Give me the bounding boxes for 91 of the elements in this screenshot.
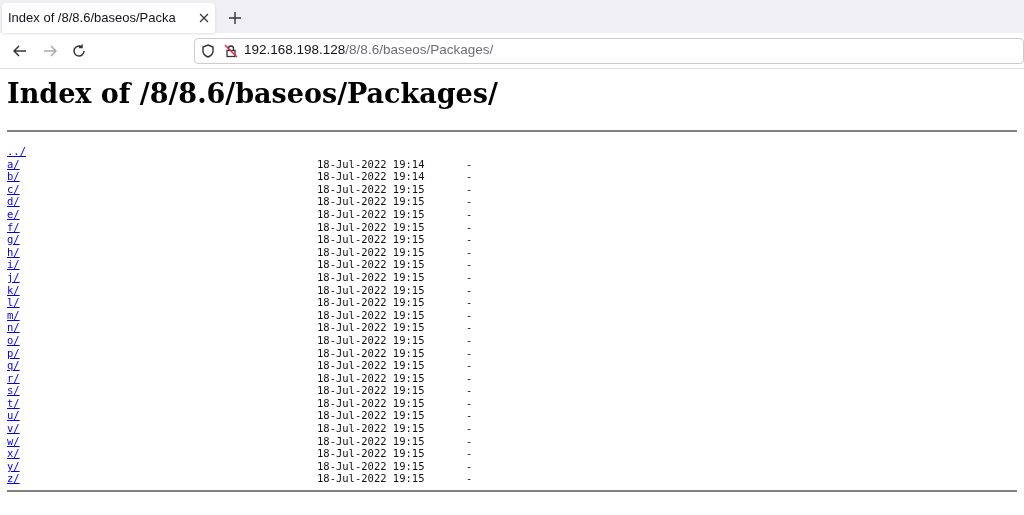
modified-date: 18-Jul-2022 19:15: [317, 308, 425, 321]
file-size: -: [466, 270, 473, 284]
directory-link[interactable]: t/: [7, 396, 20, 409]
file-size: -: [466, 233, 473, 246]
directory-link[interactable]: w/: [7, 434, 20, 447]
file-size: -: [466, 296, 473, 309]
file-size: -: [466, 308, 473, 322]
directory-link[interactable]: k/: [7, 283, 20, 296]
directory-link[interactable]: m/: [7, 308, 20, 321]
url-path: /8/8.6/baseos/Packages/: [345, 42, 494, 58]
directory-link[interactable]: g/: [7, 233, 20, 246]
file-size: -: [466, 220, 473, 234]
file-size: -: [466, 434, 473, 448]
file-size: -: [466, 472, 473, 486]
modified-date: 18-Jul-2022 19:15: [317, 195, 425, 208]
directory-link[interactable]: r/: [7, 371, 20, 384]
modified-date: 18-Jul-2022 19:15: [317, 346, 425, 359]
directory-link[interactable]: j/: [7, 270, 20, 283]
modified-date: 18-Jul-2022 19:15: [317, 422, 425, 435]
file-size: -: [466, 195, 473, 208]
tab-title: Index of /8/8.6/baseos/Packa: [8, 9, 177, 28]
browser-tab[interactable]: Index of /8/8.6/baseos/Packa: [2, 3, 215, 33]
file-size: -: [466, 396, 473, 410]
directory-link[interactable]: i/: [7, 258, 20, 271]
directory-link[interactable]: c/: [7, 182, 20, 195]
modified-date: 18-Jul-2022 19:15: [317, 270, 425, 283]
directory-link[interactable]: b/: [7, 170, 20, 183]
directory-link[interactable]: h/: [7, 245, 20, 258]
directory-link[interactable]: u/: [7, 409, 20, 422]
modified-date: 18-Jul-2022 19:15: [317, 233, 425, 246]
modified-date: 18-Jul-2022 19:15: [317, 296, 425, 309]
modified-date: 18-Jul-2022 19:15: [317, 434, 425, 447]
modified-date: 18-Jul-2022 19:15: [317, 396, 425, 409]
directory-link[interactable]: p/: [7, 346, 20, 359]
directory-link[interactable]: e/: [7, 207, 20, 220]
file-size: -: [466, 182, 473, 196]
modified-date: 18-Jul-2022 19:15: [317, 384, 425, 397]
modified-date: 18-Jul-2022 19:14: [317, 157, 425, 170]
modified-date: 18-Jul-2022 19:15: [317, 245, 425, 258]
directory-link[interactable]: ../: [7, 145, 26, 157]
file-size: -: [466, 359, 473, 372]
directory-link[interactable]: x/: [7, 447, 20, 460]
modified-date: 18-Jul-2022 19:15: [317, 321, 425, 334]
modified-date: 18-Jul-2022 19:15: [317, 182, 425, 195]
directory-link[interactable]: a/: [7, 157, 20, 170]
shield-icon[interactable]: [202, 43, 214, 58]
modified-date: 18-Jul-2022 19:15: [317, 258, 425, 271]
modified-date: 18-Jul-2022 19:15: [317, 459, 425, 472]
close-icon[interactable]: [199, 13, 209, 23]
file-size: -: [466, 258, 473, 271]
file-size: -: [466, 371, 473, 385]
modified-date: 18-Jul-2022 19:15: [317, 220, 425, 233]
directory-link[interactable]: n/: [7, 321, 20, 334]
modified-date: 18-Jul-2022 19:15: [317, 371, 425, 384]
file-size: -: [466, 447, 473, 460]
directory-link[interactable]: d/: [7, 195, 20, 208]
directory-link[interactable]: y/: [7, 459, 20, 472]
directory-link[interactable]: z/: [7, 472, 20, 485]
modified-date: 18-Jul-2022 19:15: [317, 447, 425, 460]
page-heading: Index of /8/8.6/baseos/Packages/: [7, 77, 498, 111]
modified-date: 18-Jul-2022 19:15: [317, 283, 425, 296]
modified-date: 18-Jul-2022 19:15: [317, 409, 425, 422]
reload-icon[interactable]: [72, 43, 86, 58]
modified-date: 18-Jul-2022 19:15: [317, 359, 425, 372]
directory-link[interactable]: v/: [7, 422, 20, 435]
address-bar[interactable]: 192.168.198.128/8/8.6/baseos/Packages/: [194, 37, 1024, 64]
back-icon[interactable]: [13, 44, 27, 57]
file-size: -: [466, 459, 473, 473]
url-host: 192.168.198.128: [244, 42, 346, 58]
file-size: -: [466, 409, 473, 423]
modified-date: 18-Jul-2022 19:15: [317, 207, 425, 220]
file-size: -: [466, 207, 473, 221]
directory-link[interactable]: s/: [7, 384, 20, 397]
directory-link[interactable]: l/: [7, 296, 20, 309]
new-tab-icon[interactable]: [229, 12, 241, 24]
file-size: -: [466, 283, 473, 297]
file-size: -: [466, 170, 473, 183]
directory-link[interactable]: q/: [7, 359, 20, 372]
file-size: -: [466, 346, 473, 360]
file-size: -: [466, 321, 473, 334]
directory-link[interactable]: o/: [7, 333, 20, 346]
modified-date: 18-Jul-2022 19:15: [317, 472, 425, 485]
file-size: -: [466, 333, 473, 347]
file-size: -: [466, 422, 473, 435]
file-size: -: [466, 384, 473, 397]
file-size: -: [466, 157, 473, 171]
modified-date: 18-Jul-2022 19:15: [317, 333, 425, 346]
directory-link[interactable]: f/: [7, 220, 20, 233]
insecure-lock-icon[interactable]: [224, 43, 238, 58]
file-size: -: [466, 245, 473, 259]
modified-date: 18-Jul-2022 19:14: [317, 170, 425, 183]
